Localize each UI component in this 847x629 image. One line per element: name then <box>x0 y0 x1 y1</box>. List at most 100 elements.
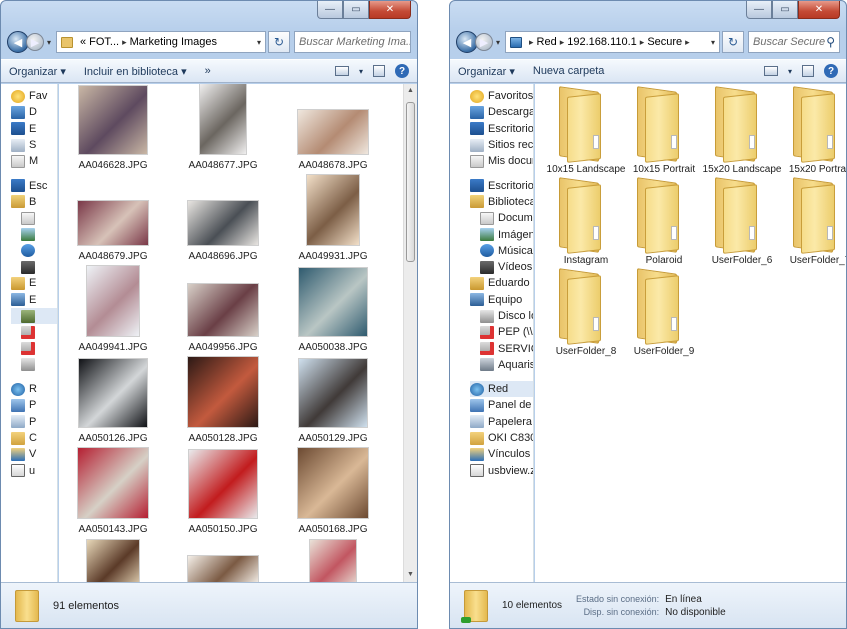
breadcrumb-arrow-icon[interactable]: ▸ <box>640 37 645 48</box>
nav-item[interactable]: SERVICES <box>470 340 533 356</box>
search-input[interactable]: Buscar Secure ⚲ <box>748 31 840 53</box>
nav-item[interactable]: Documentos <box>470 210 533 226</box>
folder-item[interactable]: 15x20 Portrait <box>781 85 846 175</box>
recent-pages-dropdown[interactable]: ▾ <box>493 38 503 47</box>
photo-thumbnail[interactable]: AA048678.JPG <box>278 84 388 175</box>
nav-item[interactable]: E <box>11 275 57 291</box>
forward-button[interactable]: ▶ <box>26 33 44 51</box>
nav-item[interactable]: Disco local <box>470 308 533 324</box>
search-input[interactable]: Buscar Marketing Ima... ⚲ <box>294 31 411 53</box>
include-in-library-button[interactable]: Incluir en biblioteca ▾ <box>84 65 187 78</box>
nav-item[interactable]: Música <box>470 243 533 259</box>
folder-item[interactable]: 10x15 Portrait <box>625 85 703 175</box>
nav-item[interactable]: Vínculos <box>470 446 533 462</box>
nav-item[interactable]: C <box>11 430 57 446</box>
photo-thumbnail[interactable] <box>59 537 168 582</box>
breadcrumb-segment[interactable]: Marketing Images <box>130 36 217 48</box>
breadcrumb-arrow-icon[interactable]: ▸ <box>122 37 127 48</box>
nav-item[interactable] <box>11 226 57 242</box>
help-icon[interactable]: ? <box>395 64 409 78</box>
close-button[interactable]: ✕ <box>369 1 411 19</box>
address-dropdown-icon[interactable]: ▾ <box>257 38 261 47</box>
photo-thumbnail[interactable]: AA048677.JPG <box>168 84 278 175</box>
nav-item[interactable]: B <box>11 194 57 210</box>
breadcrumb-segment[interactable]: Red <box>537 36 557 48</box>
new-folder-button[interactable]: Nueva carpeta <box>533 65 605 77</box>
nav-item[interactable]: Imágenes <box>470 226 533 242</box>
nav-item[interactable]: V <box>11 446 57 462</box>
close-button[interactable]: ✕ <box>798 1 840 19</box>
photo-thumbnail[interactable]: AA050038.JPG <box>278 264 388 357</box>
nav-item[interactable]: Fav <box>11 88 57 104</box>
breadcrumb-segment[interactable]: FOT... <box>89 36 119 48</box>
address-overflow-chevron[interactable]: « <box>80 36 86 48</box>
nav-item[interactable] <box>11 340 57 356</box>
organize-button[interactable]: Organizar ▾ <box>9 65 66 78</box>
nav-item[interactable]: u <box>11 463 57 479</box>
scrollbar-thumb[interactable] <box>406 102 415 262</box>
refresh-button[interactable]: ↻ <box>268 31 290 53</box>
folder-item[interactable]: UserFolder_9 <box>625 267 703 357</box>
photo-thumbnail[interactable]: AA049941.JPG <box>59 264 168 357</box>
nav-item[interactable]: usbview.zip <box>470 463 533 479</box>
forward-button[interactable]: ▶ <box>475 33 493 51</box>
breadcrumb-segment[interactable]: 192.168.110.1 <box>567 36 637 48</box>
nav-item[interactable]: Favoritos <box>470 88 533 104</box>
photo-thumbnail[interactable] <box>168 537 278 582</box>
preview-pane-icon[interactable] <box>373 65 385 77</box>
nav-item[interactable] <box>11 243 57 259</box>
photo-thumbnail[interactable]: AA050150.JPG <box>168 446 278 539</box>
more-commands-button[interactable]: » <box>205 65 211 77</box>
nav-item[interactable]: P <box>11 414 57 430</box>
nav-item[interactable]: D <box>11 104 57 120</box>
organize-button[interactable]: Organizar ▾ <box>458 65 515 78</box>
preview-pane-icon[interactable] <box>802 65 814 77</box>
folder-item[interactable]: 15x20 Landscape <box>703 85 781 175</box>
photo-thumbnail[interactable]: AA046628.JPG <box>59 84 168 175</box>
nav-item[interactable]: Equipo <box>470 292 533 308</box>
search-icon[interactable]: ⚲ <box>826 35 835 49</box>
photo-thumbnail[interactable]: AA049931.JPG <box>278 173 388 266</box>
nav-item[interactable]: Sitios recientes <box>470 137 533 153</box>
address-bar[interactable]: « FOT... ▸ Marketing Images ▾ <box>56 31 266 53</box>
refresh-button[interactable]: ↻ <box>722 31 744 53</box>
nav-item[interactable]: Escritorio <box>470 177 533 193</box>
nav-item[interactable]: Mis documentos <box>470 153 533 169</box>
maximize-button[interactable]: ▭ <box>343 1 369 19</box>
nav-item[interactable]: Bibliotecas <box>470 194 533 210</box>
breadcrumb-arrow-icon[interactable]: ▸ <box>685 37 690 48</box>
folder-item[interactable]: UserFolder_8 <box>547 267 625 357</box>
nav-item[interactable]: Panel de control <box>470 397 533 413</box>
nav-item[interactable]: Descargas <box>470 104 533 120</box>
folder-item[interactable]: Instagram <box>547 176 625 266</box>
nav-item[interactable] <box>11 259 57 275</box>
folder-item[interactable]: Polaroid <box>625 176 703 266</box>
minimize-button[interactable]: — <box>746 1 772 19</box>
photo-thumbnail[interactable]: AA050129.JPG <box>278 355 388 448</box>
folder-item[interactable]: 10x15 Landscape <box>547 85 625 175</box>
nav-item[interactable]: E <box>11 292 57 308</box>
nav-item[interactable] <box>11 324 57 340</box>
change-view-icon[interactable] <box>763 66 778 76</box>
nav-item[interactable]: PEP (\\SRV) <box>470 324 533 340</box>
nav-item[interactable]: E <box>11 121 57 137</box>
maximize-button[interactable]: ▭ <box>772 1 798 19</box>
nav-item[interactable]: R <box>11 381 57 397</box>
breadcrumb-arrow-icon[interactable]: ▸ <box>560 37 565 48</box>
nav-item[interactable] <box>11 357 57 373</box>
photo-thumbnail[interactable]: AA048679.JPG <box>59 173 168 266</box>
photo-thumbnail[interactable]: AA050143.JPG <box>59 446 168 539</box>
help-icon[interactable]: ? <box>824 64 838 78</box>
breadcrumb-arrow-icon[interactable]: ▸ <box>529 37 534 48</box>
photo-thumbnail[interactable]: AA048696.JPG <box>168 173 278 266</box>
nav-item[interactable]: OKI C830 <box>470 430 533 446</box>
folder-item[interactable]: UserFolder_6 <box>703 176 781 266</box>
view-options-dropdown-icon[interactable]: ▾ <box>788 67 792 76</box>
nav-item[interactable]: P <box>11 397 57 413</box>
nav-item[interactable] <box>11 307 57 325</box>
change-view-icon[interactable] <box>334 66 349 76</box>
nav-item[interactable]: Papelera de reciclaje <box>470 414 533 430</box>
recent-pages-dropdown[interactable]: ▾ <box>44 38 54 47</box>
photo-thumbnail[interactable]: AA050126.JPG <box>59 355 168 448</box>
nav-item[interactable]: Escritorio <box>470 121 533 137</box>
